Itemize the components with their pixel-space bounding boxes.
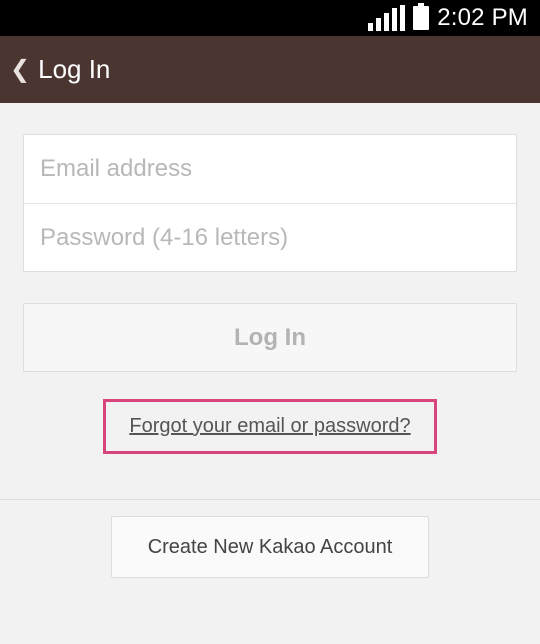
email-field[interactable] xyxy=(40,155,516,183)
create-account-button[interactable]: Create New Kakao Account xyxy=(111,516,429,578)
battery-icon xyxy=(413,3,430,30)
app-bar: ❮ Log In xyxy=(0,36,540,103)
forgot-highlight-box: Forgot your email or password? xyxy=(103,399,437,454)
chevron-left-icon[interactable]: ❮ xyxy=(10,55,30,84)
status-time: 2:02 PM xyxy=(437,4,528,31)
divider xyxy=(0,499,540,500)
email-field-row xyxy=(24,135,516,203)
status-bar: 2:02 PM xyxy=(0,0,540,36)
password-field-row xyxy=(24,203,516,271)
signal-strength-icon xyxy=(368,5,406,31)
login-form xyxy=(23,134,517,272)
page-title: Log In xyxy=(38,54,111,84)
forgot-password-link[interactable]: Forgot your email or password? xyxy=(129,415,410,438)
login-button[interactable]: Log In xyxy=(23,303,517,372)
password-field[interactable] xyxy=(40,223,516,252)
